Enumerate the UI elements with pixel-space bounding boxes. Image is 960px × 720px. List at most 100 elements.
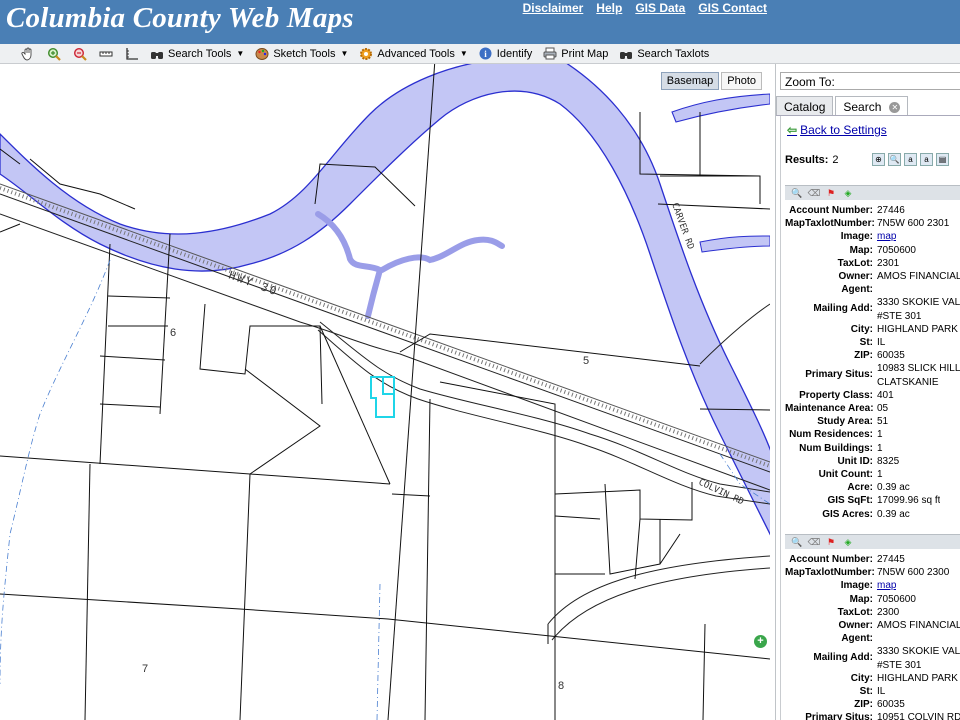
side-panel: Zoom To: Catalog Search ✕ ⇦ Back to Settin… (775, 64, 960, 720)
search-tools-menu[interactable]: Search Tools ▼ (150, 47, 244, 61)
record-field: Mailing Add: 3330 SKOKIE VALLE#STE 301 (785, 645, 960, 671)
chevron-down-icon: ▼ (236, 49, 245, 58)
gis-data-link[interactable]: GIS Data (635, 1, 685, 15)
tab-catalog[interactable]: Catalog (776, 96, 834, 115)
highlight-icon[interactable]: ◈ (842, 187, 854, 199)
results-number: 2 (832, 154, 839, 166)
field-label: GIS Acres: (822, 508, 873, 520)
field-label: Num Residences: (789, 429, 873, 441)
field-label: St: (859, 337, 873, 349)
record-field: St: IL (785, 685, 960, 698)
sketch-tools-menu[interactable]: Sketch Tools ▼ (255, 47, 348, 61)
gear-icon (359, 47, 373, 61)
field-value: 7N5W 600 2301 (877, 218, 950, 230)
result-record: 🔍 ⌫ ⚑ ◈ Account Number: 27446 MapTaxlotNumber:… (785, 185, 960, 521)
record-field: Acre: 0.39 ac (785, 481, 960, 494)
info-icon: i (479, 47, 493, 61)
measure-area-icon[interactable] (124, 46, 140, 62)
zoom-out-icon[interactable] (72, 46, 88, 62)
record-field: Num Residences: 1 (785, 428, 960, 441)
field-value: map (877, 230, 896, 243)
palette-icon (255, 47, 269, 61)
close-icon[interactable]: ✕ (889, 102, 901, 113)
photo-button[interactable]: Photo (721, 72, 762, 90)
field-value: 60035 (877, 350, 905, 362)
basemap-button[interactable]: Basemap (660, 72, 720, 90)
app-title: Columbia County Web Maps (6, 2, 354, 34)
field-label: Account Number: (789, 554, 873, 565)
results-toolbar: ⊕ 🔍 a a ▤ (872, 153, 949, 166)
zoom-to-record-icon[interactable]: 🔍 (791, 187, 803, 199)
zoom-plus-icon[interactable]: + (754, 635, 767, 648)
field-value: 401 (877, 389, 894, 401)
field-value: 27445 (877, 554, 905, 565)
erase-icon[interactable]: ⌫ (808, 187, 821, 199)
field-value: 7050600 (877, 593, 916, 605)
field-value: 7050600 (877, 244, 916, 256)
pan-hand-icon[interactable] (20, 46, 36, 62)
creek (315, 211, 505, 319)
report-icon[interactable]: a (920, 153, 933, 166)
record-field: Maintenance Area: 05 (785, 402, 960, 415)
field-label: MapTaxlotNumber: (785, 567, 875, 579)
field-value: IL (877, 686, 886, 698)
section-7-label: 7 (142, 663, 148, 675)
disclaimer-link[interactable]: Disclaimer (523, 1, 584, 15)
field-value: 17099.96 sq ft (877, 495, 941, 507)
image-map-link[interactable]: map (877, 580, 896, 591)
back-to-settings-link[interactable]: ⇦ Back to Settings (787, 123, 887, 137)
basemap-toggle: Basemap Photo (660, 72, 762, 90)
printer-icon (543, 47, 557, 61)
tab-search[interactable]: Search ✕ (835, 96, 909, 115)
record-field: St: IL (785, 336, 960, 349)
field-value: 1 (877, 429, 883, 441)
export-icon[interactable]: a (904, 153, 917, 166)
zoom-all-icon[interactable]: ⊕ (872, 153, 885, 166)
tab-search-label: Search (843, 100, 882, 114)
field-label: Agent: (841, 633, 873, 645)
record-toolbar: 🔍 ⌫ ⚑ ◈ (785, 185, 960, 200)
record-field: Primary Situs: 10983 SLICK HILL RCLATSKAN… (785, 362, 960, 388)
advanced-tools-label: Advanced Tools (377, 47, 455, 60)
erase-icon[interactable]: ⌫ (808, 536, 821, 548)
binoculars-icon (619, 47, 633, 61)
record-field: Owner: AMOS FINANCIAL LL (785, 619, 960, 632)
field-value: 2301 (877, 257, 900, 269)
record-field: Unit Count: 1 (785, 468, 960, 481)
field-label: Agent: (841, 284, 873, 296)
zoom-in-icon[interactable] (46, 46, 62, 62)
field-value-line: 3330 SKOKIE VALLE (877, 297, 960, 309)
section-boundaries (0, 259, 770, 720)
gis-contact-link[interactable]: GIS Contact (698, 1, 767, 15)
record-field: Study Area: 51 (785, 415, 960, 428)
record-field: Agent: (785, 632, 960, 645)
back-arrow-icon: ⇦ (787, 123, 798, 137)
measure-ruler-icon[interactable] (98, 46, 114, 62)
print-map-button[interactable]: Print Map (543, 47, 608, 61)
field-label: Maintenance Area: (785, 403, 874, 415)
field-label: Unit ID: (837, 455, 873, 467)
map-canvas[interactable]: HWY 30 CARVER RD COLVIN RD 5 6 7 8 (0, 64, 770, 720)
highlight-icon[interactable]: ◈ (842, 536, 854, 548)
section-8-label: 8 (558, 680, 564, 692)
hwy-label: HWY 30 (227, 269, 280, 299)
record-field: Property Class: 401 (785, 389, 960, 402)
sketch-tools-label: Sketch Tools (273, 47, 336, 60)
identify-button[interactable]: i Identify (479, 47, 532, 61)
zoom-to-input[interactable]: Zoom To: (780, 72, 960, 90)
zoom-results-icon[interactable]: 🔍 (888, 153, 901, 166)
zoom-to-record-icon[interactable]: 🔍 (791, 536, 803, 548)
search-taxlots-button[interactable]: Search Taxlots (619, 47, 709, 61)
print-results-icon[interactable]: ▤ (936, 153, 949, 166)
advanced-tools-menu[interactable]: Advanced Tools ▼ (359, 47, 468, 61)
image-map-link[interactable]: map (877, 231, 896, 242)
flag-icon[interactable]: ⚑ (825, 536, 837, 548)
help-link[interactable]: Help (596, 1, 622, 15)
map-view[interactable]: HWY 30 CARVER RD COLVIN RD 5 6 7 8 Basem… (0, 64, 770, 720)
print-map-label: Print Map (561, 47, 609, 60)
result-record: 🔍 ⌫ ⚑ ◈ Account Number: 27445 MapTaxlotNumber:… (785, 534, 960, 720)
selected-parcel[interactable] (370, 376, 395, 418)
record-field: City: HIGHLAND PARK (785, 672, 960, 685)
flag-icon[interactable]: ⚑ (825, 187, 837, 199)
field-value: 51 (877, 416, 889, 428)
